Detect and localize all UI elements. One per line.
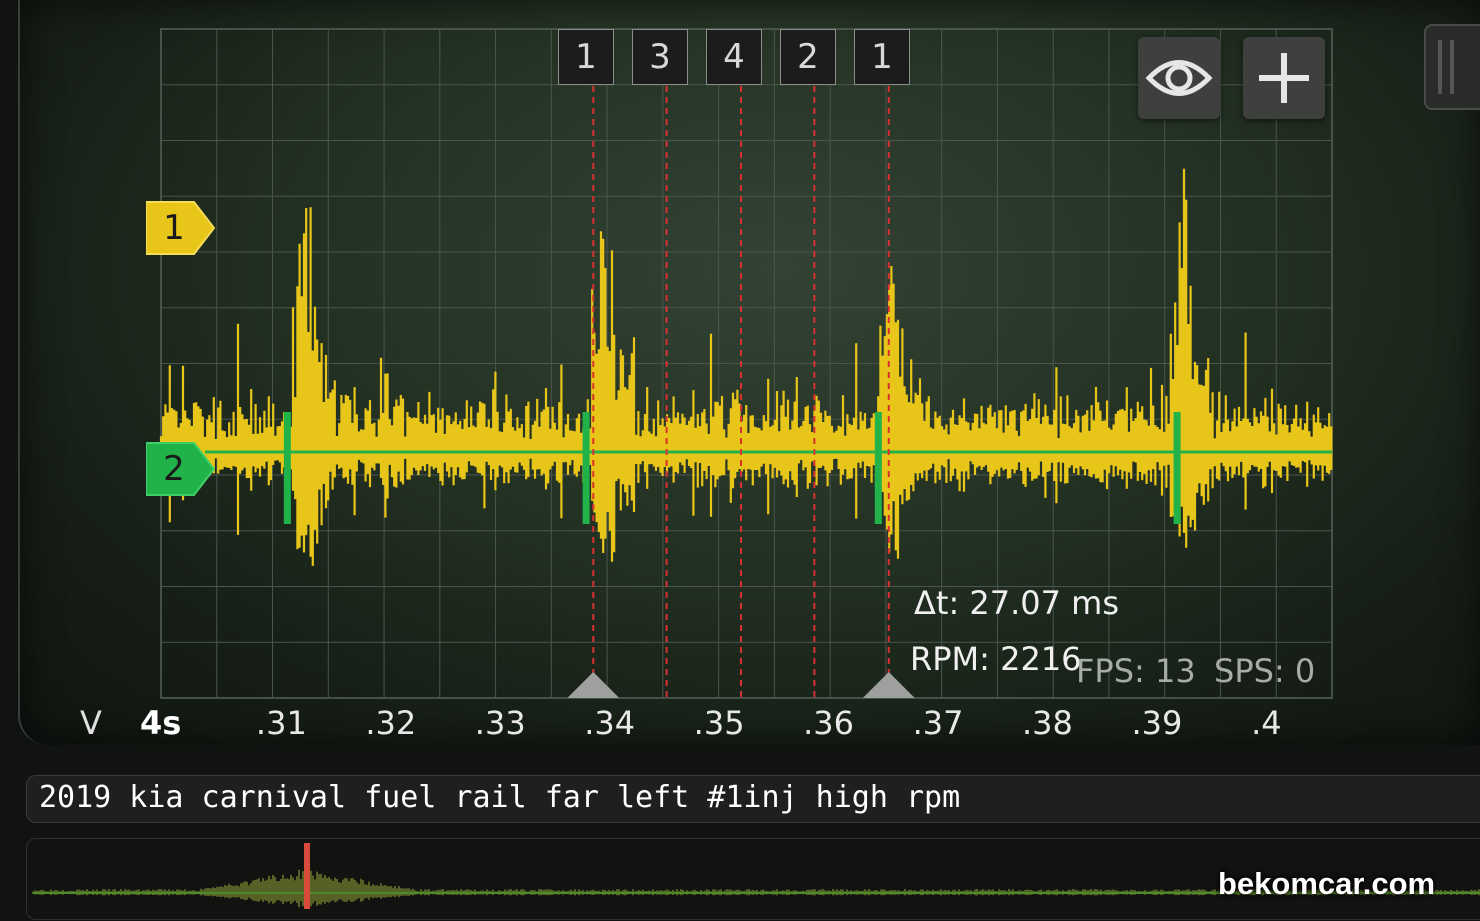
channel-2-marker[interactable]: 2 (146, 441, 216, 497)
channel-2-label: 2 (163, 449, 185, 489)
x-tick-label: .34 (584, 704, 636, 742)
cursor-label-1[interactable]: 1 (558, 29, 614, 85)
x-tick-label: .32 (365, 704, 417, 742)
channel-2-pulse (283, 412, 291, 524)
eye-icon (1145, 60, 1213, 96)
channel-1-label: 1 (163, 208, 185, 248)
add-channel-button[interactable] (1243, 37, 1325, 119)
unit-label[interactable]: V (80, 704, 102, 742)
channel-2-pulse (874, 412, 882, 524)
cursor-label-1b[interactable]: 1 (854, 29, 910, 85)
x-tick-label: .31 (255, 704, 307, 742)
plus-icon (1259, 53, 1309, 103)
visibility-button[interactable] (1138, 37, 1220, 119)
channel-2-pulse (1173, 412, 1181, 524)
channel-1-marker[interactable]: 1 (146, 200, 216, 256)
watermark: bekomcar.com (1218, 866, 1436, 901)
recording-title-bar[interactable]: 2019 kia carnival fuel rail far left #1i… (26, 775, 1480, 823)
channel-1-trace (159, 168, 1333, 566)
overview-position-marker[interactable] (304, 843, 310, 909)
x-tick-label: .37 (912, 704, 964, 742)
side-panel-handle[interactable] (1424, 24, 1480, 110)
channel-2-pulse (582, 412, 590, 524)
x-tick-label: .38 (1022, 704, 1073, 742)
app-frame: 1 2 1 3 4 2 1 Δt: 27.07 ms RPM: 2216 FPS… (0, 0, 1480, 921)
rpm-readout: RPM: 2216 (910, 640, 1082, 678)
cursor-label-3[interactable]: 3 (632, 29, 688, 85)
x-tick-label: .4 (1251, 704, 1282, 742)
cursor-label-4[interactable]: 4 (706, 29, 762, 85)
x-tick-label: .33 (474, 704, 526, 742)
timebase-label[interactable]: 4s (140, 704, 181, 742)
x-tick-label: .35 (693, 704, 745, 742)
sps-readout: SPS: 0 (1214, 652, 1316, 690)
fps-readout: FPS: 13 (1076, 652, 1196, 690)
cursor-handle (862, 672, 915, 698)
delta-t-readout: Δt: 27.07 ms (914, 584, 1120, 622)
x-tick-label: .36 (803, 704, 855, 742)
x-tick-label: .39 (1131, 704, 1183, 742)
cursor-handle (567, 672, 620, 698)
recording-title: 2019 kia carnival fuel rail far left #1i… (39, 780, 961, 815)
cursor-label-2[interactable]: 2 (780, 29, 836, 85)
